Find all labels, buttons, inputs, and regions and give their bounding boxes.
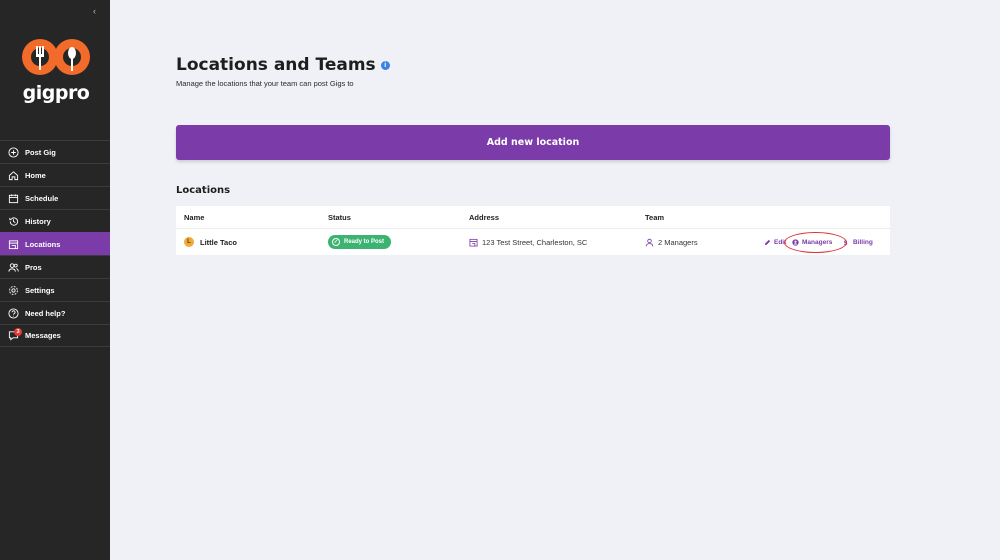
sidebar-item-label: Home [25, 170, 46, 180]
users-icon [8, 262, 19, 273]
edit-location-button[interactable]: Edit [764, 239, 786, 246]
collapse-sidebar-button[interactable]: ‹ [93, 6, 96, 16]
sidebar-item-home[interactable]: Home [0, 163, 110, 186]
sidebar-item-label: Settings [25, 285, 55, 295]
sidebar-nav: Post Gig Home Schedule History Locations… [0, 140, 110, 347]
messages-count-badge: 3 [14, 328, 22, 336]
sidebar-item-label: Need help? [25, 308, 66, 318]
locations-table: Name Status Address Team L Little Taco ✓… [176, 206, 890, 255]
sidebar-item-locations[interactable]: Locations [0, 232, 110, 255]
location-name-cell: L Little Taco [184, 229, 237, 255]
store-icon [8, 239, 19, 250]
locations-section-title: Locations [176, 185, 231, 196]
sidebar-item-label: Schedule [25, 193, 59, 203]
store-icon [469, 238, 478, 247]
page-header: Locations and Teams i [176, 55, 390, 75]
sidebar-item-label: Messages [25, 331, 61, 340]
table-row: L Little Taco ✓ Ready to Post 123 Test S… [176, 228, 890, 255]
location-status-cell: ✓ Ready to Post [328, 229, 392, 255]
info-icon[interactable]: i [380, 60, 390, 70]
gigpro-logo: gigpro [21, 38, 91, 104]
user-circle-icon [792, 238, 799, 246]
help-icon [8, 307, 19, 319]
svg-text:$: $ [844, 240, 848, 246]
sidebar-item-post-gig[interactable]: Post Gig [0, 140, 110, 163]
column-header-team: Team [645, 212, 665, 222]
billing-button[interactable]: $ Billing [843, 239, 873, 246]
home-icon [8, 170, 19, 181]
location-avatar-icon: L [184, 237, 194, 247]
column-header-status: Status [328, 212, 351, 222]
table-header: Name Status Address Team [176, 206, 890, 228]
add-new-location-button[interactable]: Add new location [176, 125, 890, 160]
logo-text: gigpro [22, 82, 90, 104]
user-icon [645, 238, 654, 246]
status-badge: ✓ Ready to Post [328, 235, 392, 249]
calendar-icon [8, 193, 19, 204]
billing-label: Billing [853, 238, 873, 246]
status-label: Ready to Post [344, 239, 385, 245]
pencil-icon [764, 239, 771, 245]
location-team-cell: 2 Managers [645, 229, 698, 255]
gigpro-logo-mark-icon [22, 39, 90, 75]
sidebar-item-schedule[interactable]: Schedule [0, 186, 110, 209]
sidebar-item-label: Pros [25, 262, 42, 272]
gear-icon [8, 285, 19, 296]
history-icon [8, 216, 19, 227]
sidebar-item-messages[interactable]: 3 Messages [0, 324, 110, 347]
location-address: 123 Test Street, Charleston, SC [482, 237, 588, 247]
page-title: Locations and Teams [176, 55, 376, 75]
column-header-name: Name [184, 212, 205, 222]
location-address-cell: 123 Test Street, Charleston, SC [469, 229, 587, 255]
sidebar-item-label: Post Gig [25, 147, 56, 157]
sidebar: ‹ gigpro Post Gig Home Schedule History … [0, 0, 110, 560]
plus-circle-icon [8, 146, 19, 158]
location-name[interactable]: Little Taco [200, 238, 237, 247]
location-team: 2 Managers [658, 237, 698, 247]
edit-label: Edit [774, 238, 787, 246]
sidebar-item-history[interactable]: History [0, 209, 110, 232]
sidebar-item-need-help[interactable]: Need help? [0, 301, 110, 324]
managers-button[interactable]: Managers [792, 239, 832, 246]
check-circle-icon: ✓ [332, 238, 340, 246]
sidebar-item-label: History [25, 216, 51, 226]
sidebar-item-pros[interactable]: Pros [0, 255, 110, 278]
managers-label: Managers [802, 238, 833, 246]
sidebar-item-settings[interactable]: Settings [0, 278, 110, 301]
page-subtitle: Manage the locations that your team can … [176, 79, 354, 88]
sidebar-item-label: Locations [25, 239, 61, 249]
dollar-icon: $ [844, 240, 848, 246]
column-header-address: Address [469, 212, 500, 222]
